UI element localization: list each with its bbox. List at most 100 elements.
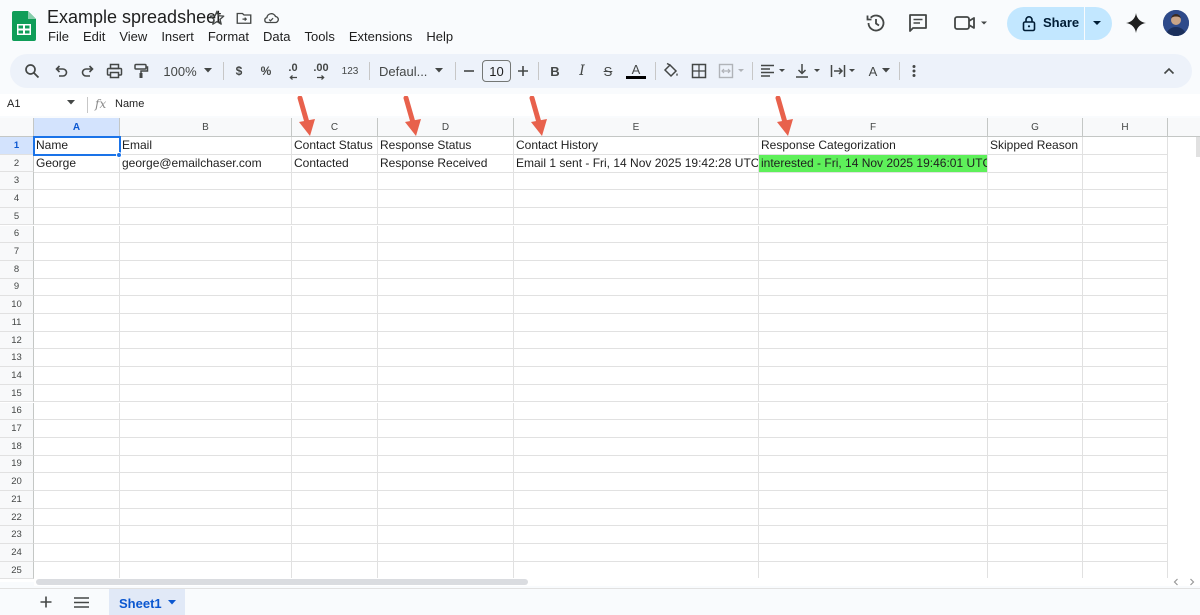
empty-cell[interactable] [378,402,514,421]
sheet-tab-sheet1[interactable]: Sheet1 [109,589,185,615]
empty-cell[interactable] [292,190,378,208]
strikethrough-button[interactable]: S [601,54,615,88]
empty-cell[interactable] [514,314,759,332]
borders-icon[interactable] [691,63,707,79]
text-rotation-dropdown-icon[interactable] [882,68,890,74]
row-header[interactable]: 4 [0,190,34,208]
empty-cell[interactable] [514,402,759,421]
empty-cell[interactable] [988,225,1083,244]
search-menus-icon[interactable] [24,63,40,79]
empty-cell[interactable] [120,296,292,314]
menu-data[interactable]: Data [263,29,290,44]
row-header[interactable]: 2 [0,154,34,173]
empty-cell[interactable] [988,455,1083,474]
scroll-right-icon[interactable] [1188,578,1196,586]
empty-cell[interactable] [378,314,514,332]
empty-cell[interactable] [514,331,759,350]
empty-cell[interactable] [759,260,988,279]
comments-icon[interactable] [906,11,930,35]
cell-a2[interactable]: George [34,155,120,173]
name-box[interactable]: A1 [7,98,20,110]
empty-cell[interactable] [759,402,988,421]
empty-cell[interactable] [292,437,378,456]
empty-cell[interactable] [292,384,378,403]
empty-cell[interactable] [120,367,292,385]
empty-cell[interactable] [759,296,988,314]
column-header-a[interactable]: A [34,118,120,137]
empty-cell[interactable] [988,402,1083,421]
empty-cell[interactable] [292,544,378,562]
empty-cell[interactable] [292,561,378,580]
font-dropdown-icon[interactable] [435,68,443,74]
empty-cell[interactable] [759,331,988,350]
empty-cell[interactable] [759,437,988,456]
empty-cell[interactable] [292,508,378,527]
empty-cell[interactable] [378,243,514,261]
menu-tools[interactable]: Tools [304,29,334,44]
redo-icon[interactable] [80,63,96,79]
empty-cell[interactable] [514,473,759,491]
menu-help[interactable]: Help [426,29,453,44]
meet-video-icon[interactable] [952,11,990,35]
document-title[interactable]: Example spreadsheet [47,7,221,28]
column-header-g[interactable]: G [988,118,1083,137]
font-family-select[interactable]: Defaul... [379,54,439,88]
cell-h1[interactable] [1083,137,1168,155]
empty-cell[interactable] [988,349,1083,368]
empty-cell[interactable] [1083,544,1168,562]
empty-cell[interactable] [1083,243,1168,261]
cell-d1[interactable]: Response Status [378,137,514,155]
empty-cell[interactable] [988,367,1083,385]
empty-cell[interactable] [34,331,120,350]
row-header[interactable]: 21 [0,491,34,509]
row-header[interactable]: 15 [0,384,34,403]
share-dropdown-icon[interactable] [1092,20,1102,27]
paint-format-icon[interactable] [133,63,149,79]
percent-format-button[interactable]: % [259,54,273,88]
fill-color-icon[interactable] [662,62,680,80]
cell-d2[interactable]: Response Received [378,155,514,173]
zoom-value[interactable]: 100% [160,54,200,88]
empty-cell[interactable] [988,437,1083,456]
empty-cell[interactable] [378,278,514,297]
empty-cell[interactable] [292,260,378,279]
empty-cell[interactable] [34,367,120,385]
row-header[interactable]: 11 [0,314,34,332]
more-options-icon[interactable] [910,64,918,78]
scroll-left-icon[interactable] [1172,578,1180,586]
row-header[interactable]: 16 [0,402,34,421]
empty-cell[interactable] [34,172,120,191]
row-header[interactable]: 23 [0,526,34,545]
empty-cell[interactable] [292,473,378,491]
empty-cell[interactable] [514,207,759,226]
row-header[interactable]: 18 [0,437,34,456]
empty-cell[interactable] [759,190,988,208]
empty-cell[interactable] [1083,455,1168,474]
cell-h2[interactable] [1083,155,1168,173]
row-header[interactable]: 7 [0,243,34,261]
empty-cell[interactable] [759,420,988,438]
empty-cell[interactable] [34,561,120,580]
empty-cell[interactable] [34,296,120,314]
empty-cell[interactable] [759,172,988,191]
empty-cell[interactable] [514,278,759,297]
name-box-dropdown-icon[interactable] [67,100,75,106]
empty-cell[interactable] [120,278,292,297]
empty-cell[interactable] [378,508,514,527]
empty-cell[interactable] [34,420,120,438]
empty-cell[interactable] [120,225,292,244]
row-header[interactable]: 9 [0,278,34,297]
empty-cell[interactable] [292,402,378,421]
empty-cell[interactable] [292,296,378,314]
cell-c1[interactable]: Contact Status [292,137,378,155]
empty-cell[interactable] [34,402,120,421]
empty-cell[interactable] [120,207,292,226]
scrollbar-thumb[interactable] [36,579,528,585]
empty-cell[interactable] [378,561,514,580]
empty-cell[interactable] [120,561,292,580]
sheet-tab-dropdown-icon[interactable] [168,600,176,606]
sheets-logo-icon[interactable] [12,11,36,41]
cell-c2[interactable]: Contacted [292,155,378,173]
empty-cell[interactable] [514,508,759,527]
empty-cell[interactable] [988,473,1083,491]
